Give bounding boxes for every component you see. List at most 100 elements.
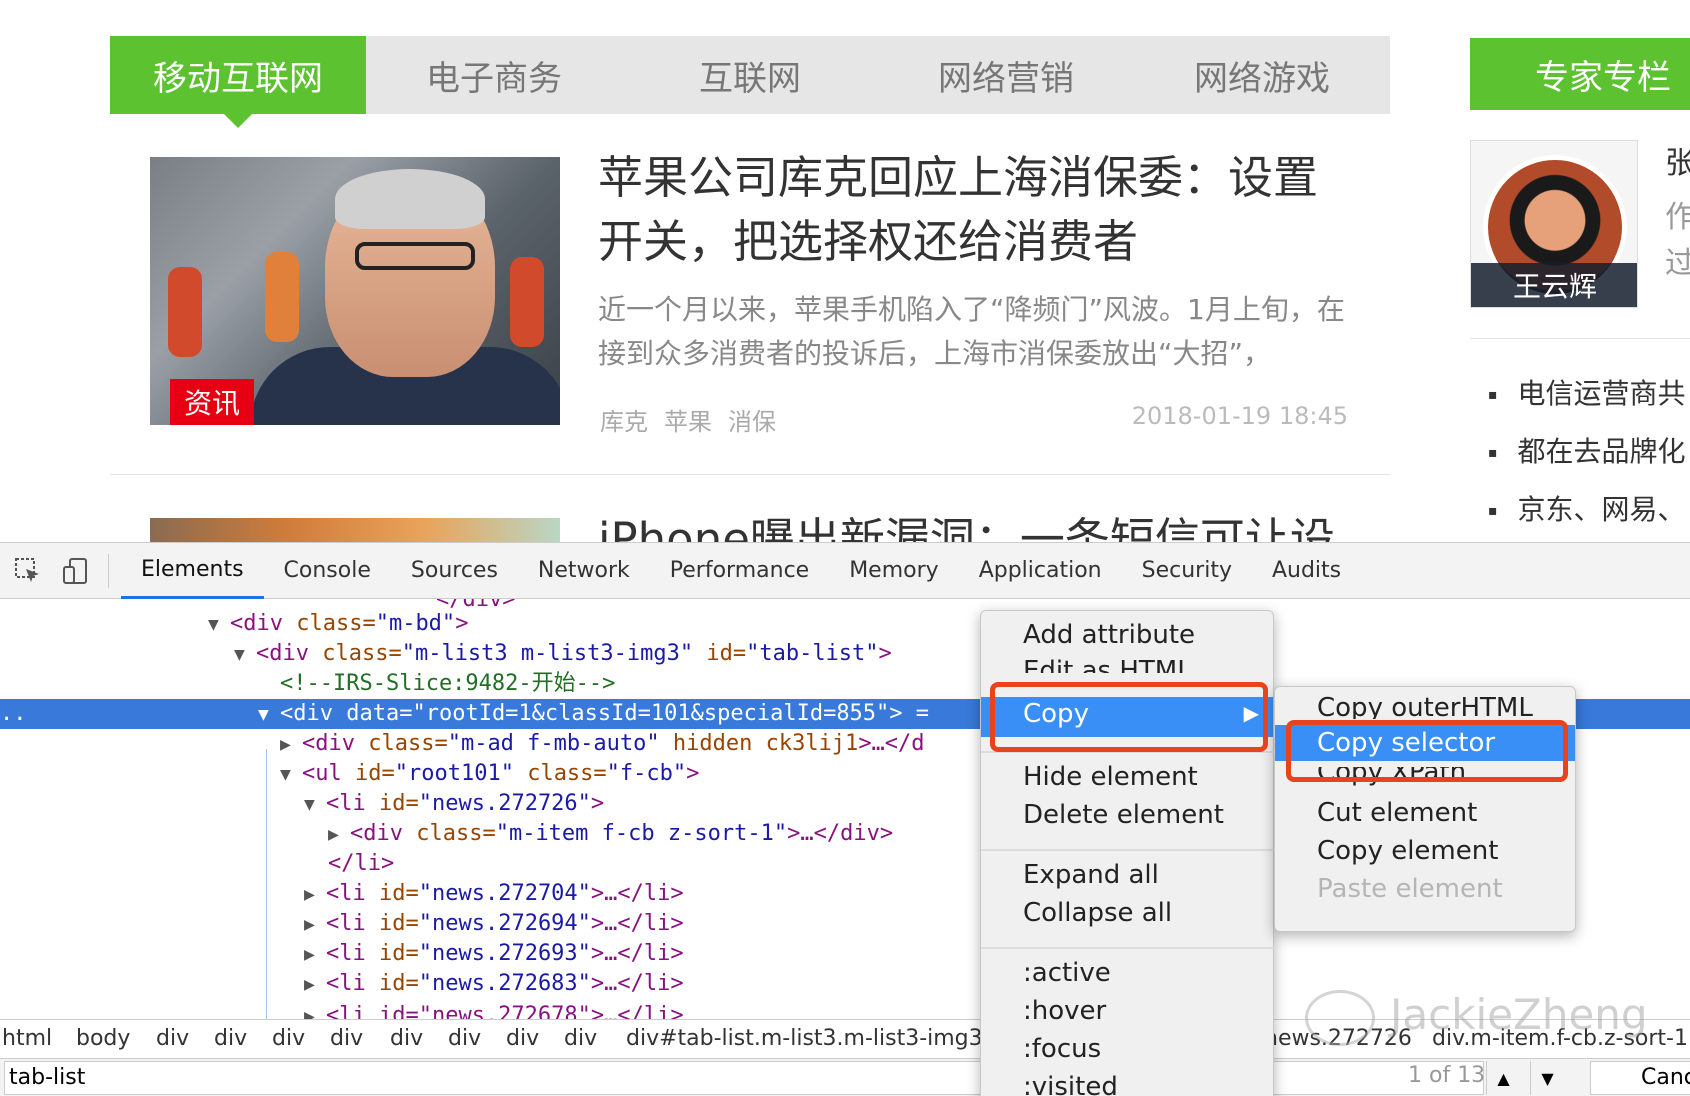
- breadcrumb-item[interactable]: div: [448, 1026, 481, 1051]
- menu-item-expand-all[interactable]: Expand all: [981, 857, 1159, 893]
- article-divider: [110, 474, 1390, 475]
- collapsed-triangle-icon[interactable]: ▶: [304, 1002, 326, 1019]
- collapsed-triangle-icon[interactable]: ▶: [328, 820, 350, 850]
- search-prev-button[interactable]: ▲: [1486, 1061, 1520, 1095]
- expand-triangle-icon[interactable]: ▼: [234, 640, 256, 670]
- attr-name: class=: [354, 731, 448, 756]
- tab-mobile-internet[interactable]: 移动互联网: [110, 36, 366, 128]
- tab-memory[interactable]: Memory: [829, 543, 958, 599]
- collapsed-triangle-icon[interactable]: ▶: [304, 940, 326, 970]
- tab-ecommerce[interactable]: 电子商务: [366, 36, 622, 114]
- menu-item-cut-element[interactable]: Cut element: [1275, 795, 1477, 831]
- article-thumbnail[interactable]: 资讯: [150, 157, 560, 425]
- breadcrumb-item[interactable]: body: [76, 1026, 130, 1051]
- breadcrumb-item[interactable]: html: [2, 1026, 52, 1051]
- tag-text: <li: [326, 971, 366, 996]
- tab-security[interactable]: Security: [1122, 543, 1252, 599]
- tab-network[interactable]: Network: [518, 543, 650, 599]
- tag-text: <div: [256, 641, 309, 666]
- article-tag[interactable]: 库克: [600, 402, 648, 437]
- sidebar-news-item[interactable]: 京东、网易、: [1488, 488, 1686, 528]
- article2-thumbnail[interactable]: [150, 518, 560, 542]
- annotation-highlight-copy: [990, 682, 1268, 752]
- attr-name: id=: [365, 881, 419, 906]
- tag-text: >: [590, 791, 605, 816]
- menu-item-edit-as-html[interactable]: Edit as HTML: [981, 653, 1192, 673]
- tag-text: <li: [326, 791, 366, 816]
- breadcrumb-item[interactable]: div: [564, 1026, 597, 1051]
- expand-triangle-icon[interactable]: ▼: [304, 790, 326, 820]
- expert-name: 王云辉: [1471, 263, 1637, 307]
- dom-node-line[interactable]: ▼ <div class="m-bd">: [208, 609, 1690, 639]
- breadcrumb-item[interactable]: div#tab-list.m-list3.m-list3-img3: [626, 1026, 983, 1051]
- device-toolbar-icon[interactable]: [56, 551, 96, 591]
- tab-performance[interactable]: Performance: [650, 543, 829, 599]
- search-next-button[interactable]: ▼: [1530, 1061, 1564, 1095]
- attr-name: id=: [365, 791, 419, 816]
- attr-name: class=: [402, 821, 496, 846]
- dom-node-line[interactable]: ▼ <div class="m-list3 m-list3-img3" id="t…: [234, 639, 1690, 669]
- attr-name: data=: [332, 701, 413, 726]
- breadcrumb-item[interactable]: div: [214, 1026, 247, 1051]
- expand-triangle-icon[interactable]: ▼: [258, 700, 280, 730]
- tab-application[interactable]: Application: [959, 543, 1122, 599]
- article-tag[interactable]: 消保: [728, 402, 776, 437]
- menu-item-hide-element[interactable]: Hide element: [981, 759, 1198, 795]
- menu-item-collapse-all[interactable]: Collapse all: [981, 895, 1172, 931]
- expert-avatar[interactable]: 王云辉: [1470, 140, 1638, 308]
- watermark: JackieZheng: [1390, 990, 1648, 1039]
- inspect-element-icon[interactable]: [8, 551, 48, 591]
- menu-item-copy-element[interactable]: Copy element: [1275, 833, 1498, 869]
- tab-elements[interactable]: Elements: [121, 543, 264, 599]
- tab-audits[interactable]: Audits: [1252, 543, 1361, 599]
- menu-item-paste-element: Paste element: [1317, 874, 1503, 904]
- collapsed-triangle-icon[interactable]: ▶: [280, 730, 302, 760]
- collapsed-triangle-icon[interactable]: ▶: [304, 910, 326, 940]
- expert-desc-char: 作: [1665, 200, 1690, 235]
- breadcrumb-item[interactable]: div: [156, 1026, 189, 1051]
- menu-item-copy-outerhtml[interactable]: Copy outerHTML: [1275, 693, 1533, 719]
- attr-name: id=: [365, 971, 419, 996]
- expand-triangle-icon[interactable]: ▼: [208, 610, 230, 640]
- tab-internet[interactable]: 互联网: [622, 36, 878, 114]
- expand-triangle-icon[interactable]: ▼: [280, 760, 302, 790]
- attr-value: "news.272726": [418, 791, 591, 816]
- article2-headline[interactable]: iPhone曝出新漏洞：一条短信可让设: [598, 508, 1335, 542]
- menu-item-delete-element[interactable]: Delete element: [981, 797, 1224, 833]
- attr-name: class=: [282, 611, 376, 636]
- article-headline[interactable]: 苹果公司库克回应上海消保委：设置开关，把选择权还给消费者: [598, 146, 1358, 274]
- tag-text: <li id="news.272678">…</li>: [326, 1003, 684, 1019]
- tab-online-games[interactable]: 网络游戏: [1134, 36, 1390, 114]
- collapsed-triangle-icon[interactable]: ▶: [304, 880, 326, 910]
- tag-text: <div: [302, 731, 355, 756]
- attr-value: "news.272694": [418, 911, 591, 936]
- attr-value: "f-cb": [606, 761, 687, 786]
- tab-online-marketing[interactable]: 网络营销: [878, 36, 1134, 114]
- collapsed-triangle-icon[interactable]: ▶: [304, 970, 326, 1000]
- attr-name: id=: [365, 941, 419, 966]
- breadcrumb-item[interactable]: div: [506, 1026, 539, 1051]
- menu-item-active[interactable]: :active: [981, 955, 1111, 991]
- tag-text: <li: [326, 911, 366, 936]
- tag-text: </li>: [328, 851, 395, 876]
- menu-item-focus[interactable]: :focus: [981, 1031, 1101, 1067]
- background-worker: [265, 252, 299, 342]
- sidebar-news-item[interactable]: 都在去品牌化: [1488, 430, 1686, 470]
- breadcrumb-item[interactable]: div: [272, 1026, 305, 1051]
- article-tag[interactable]: 苹果: [664, 402, 712, 437]
- search-cancel-button[interactable]: Canc: [1590, 1061, 1690, 1095]
- attr-value: "rootId=1&classId=101&specialId=855": [412, 701, 890, 726]
- breadcrumb-item[interactable]: div: [330, 1026, 363, 1051]
- menu-item-visited[interactable]: :visited: [981, 1069, 1118, 1096]
- attr-value: "tab-list": [746, 641, 879, 666]
- attr-name: class=: [308, 641, 402, 666]
- person-hair: [335, 169, 485, 229]
- sidebar-news-item[interactable]: 电信运营商共: [1488, 372, 1686, 412]
- menu-item-add-attribute[interactable]: Add attribute: [981, 617, 1195, 653]
- tab-console[interactable]: Console: [264, 543, 391, 599]
- background-worker: [510, 257, 544, 347]
- tab-sources[interactable]: Sources: [391, 543, 518, 599]
- breadcrumb-item[interactable]: div: [390, 1026, 423, 1051]
- menu-item-hover[interactable]: :hover: [981, 993, 1106, 1029]
- tag-text: >…</div>: [787, 821, 894, 846]
